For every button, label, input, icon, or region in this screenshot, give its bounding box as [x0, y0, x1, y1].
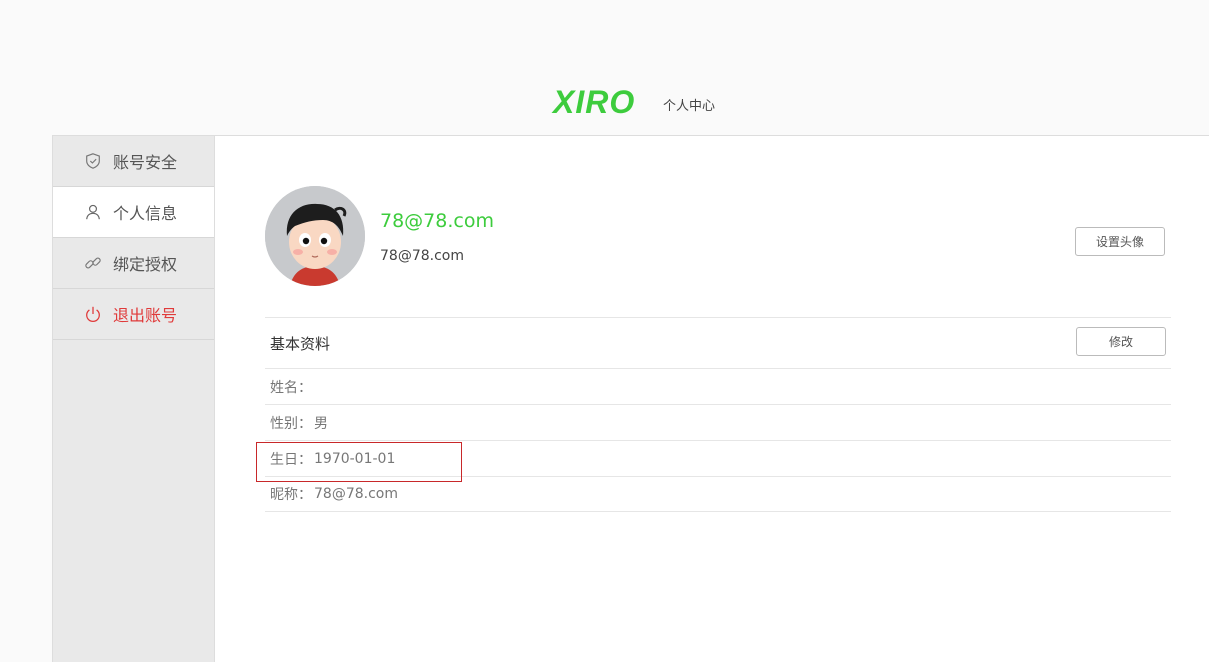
- content-frame: 账号安全 个人信息 绑定授权 退出账号 78@78.com 78@78.com …: [52, 135, 1209, 662]
- xiro-logo[interactable]: XIRO: [553, 86, 635, 118]
- main-content: 78@78.com 78@78.com 设置头像 基本资料 修改 姓名： 性别：…: [215, 136, 1209, 662]
- field-label: 性别：: [270, 415, 312, 432]
- sidebar-item-binding[interactable]: 绑定授权: [53, 238, 214, 289]
- user-icon: [83, 202, 103, 222]
- set-avatar-button[interactable]: 设置头像: [1075, 227, 1165, 256]
- field-label: 昵称：: [270, 487, 312, 503]
- sidebar-item-personal-info[interactable]: 个人信息: [53, 187, 214, 238]
- field-value: 男: [314, 415, 328, 432]
- edit-button[interactable]: 修改: [1076, 327, 1166, 356]
- link-icon: [83, 253, 103, 273]
- field-label: 姓名：: [270, 379, 312, 396]
- sidebar: 账号安全 个人信息 绑定授权 退出账号: [53, 136, 215, 662]
- highlight-box: [256, 442, 462, 482]
- avatar: [265, 186, 365, 286]
- info-row-name: 姓名：: [265, 368, 1171, 404]
- profile-email: 78@78.com: [380, 248, 464, 264]
- divider: [265, 317, 1171, 318]
- sidebar-item-label: 个人信息: [113, 204, 178, 223]
- sidebar-item-label: 账号安全: [113, 153, 178, 172]
- sidebar-item-label: 绑定授权: [113, 255, 178, 274]
- page-subtitle: 个人中心: [663, 99, 716, 114]
- info-row-gender: 性别： 男: [265, 404, 1171, 440]
- shield-icon: [83, 151, 103, 171]
- page-header: XIRO 个人中心: [0, 0, 1209, 136]
- profile-display-name: 78@78.com: [380, 210, 494, 232]
- sidebar-item-logout[interactable]: 退出账号: [53, 289, 214, 340]
- power-icon: [83, 304, 103, 324]
- sidebar-item-account-security[interactable]: 账号安全: [53, 136, 214, 187]
- field-value: 78@78.com: [314, 486, 398, 502]
- sidebar-item-label: 退出账号: [113, 306, 178, 325]
- basic-info-title: 基本资料: [270, 335, 331, 353]
